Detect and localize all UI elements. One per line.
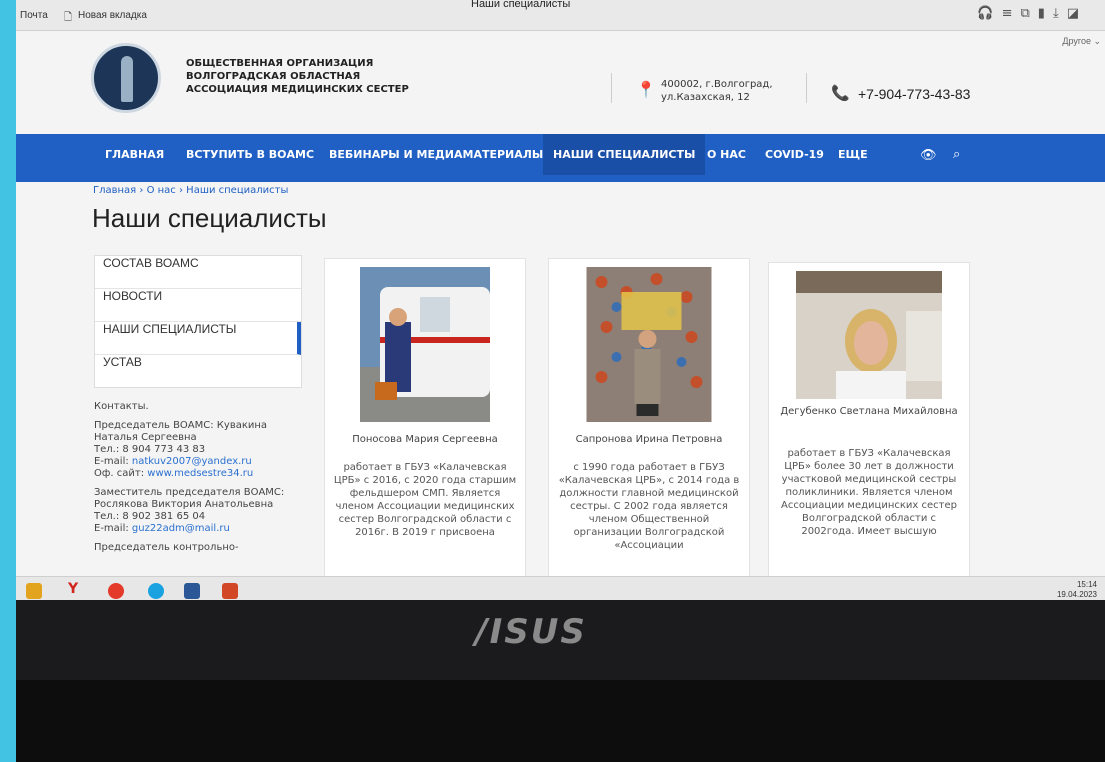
phone-icon: 📞 (831, 84, 850, 102)
profile-icon[interactable]: ◪ (1067, 6, 1087, 21)
main-nav: Главная Вступить в ВОАМС Вебинары и меди… (16, 134, 1105, 182)
chair-email-label: E-mail: (94, 456, 132, 467)
specialist-name[interactable]: Дегубенко Светлана Михайловна (775, 405, 963, 418)
yandex-browser-icon[interactable]: Y (68, 581, 84, 597)
specialist-photo (360, 267, 490, 422)
specialist-description: с 1990 года работает в ГБУЗ «Калачевская… (558, 462, 740, 551)
org-address: 400002, г.Волгоград, ул.Казахская, 12 (661, 79, 773, 103)
org-phone[interactable]: +7-904-773-43-83 (858, 86, 970, 102)
breadcrumb-home[interactable]: Главная (93, 185, 136, 196)
eye-icon[interactable]: 👁 (920, 148, 937, 163)
chair-phone: Тел.: 8 904 773 43 83 (94, 444, 206, 455)
headphones-icon[interactable]: 🎧 (977, 6, 1001, 21)
search-icon[interactable]: ⌕ (953, 147, 960, 162)
deputy-phone: Тел.: 8 902 381 65 04 (94, 511, 206, 522)
other-bookmarks[interactable]: Другое ⌄ (1062, 36, 1101, 47)
specialist-name[interactable]: Поносова Мария Сергеевна (331, 433, 519, 446)
control-chair: Председатель контрольно- (94, 542, 239, 553)
nav-specialists[interactable]: Наши специалисты (543, 134, 706, 175)
extensions-icon[interactable]: ⧉ (1021, 6, 1038, 21)
org-logo[interactable] (91, 43, 161, 113)
specialist-card[interactable]: Дегубенко Светлана Михайловна работает в… (768, 262, 970, 594)
breadcrumb: Главная › О нас › Наши специалисты (93, 185, 288, 196)
specialist-name[interactable]: Сапронова Ирина Петровна (555, 433, 743, 446)
explorer-icon[interactable] (26, 583, 42, 599)
clock-time: 15:14 (1076, 580, 1097, 589)
browser-toolbar: Почта 🗋 Новая вкладка Наши специалисты 🎧… (16, 0, 1105, 31)
specialist-description: работает в ГБУЗ «Калачевская ЦРБ» более … (781, 448, 957, 537)
contacts-block: Контакты. Председатель ВОАМС: Кувакина Н… (94, 401, 294, 554)
nav-covid[interactable]: COVID-19 (765, 148, 824, 161)
downloads-icon[interactable]: ⤓ (1053, 6, 1067, 21)
word-icon[interactable] (184, 583, 200, 599)
breadcrumb-current: Наши специалисты (186, 185, 289, 196)
chair-email-link[interactable]: natkuv2007@yandex.ru (132, 456, 252, 467)
sidebar-item-charter[interactable]: Устав (95, 355, 301, 387)
browser-page-title: Наши специалисты (471, 0, 571, 10)
skype-icon[interactable] (148, 583, 164, 599)
background-strip (0, 0, 16, 762)
bookmark-mail[interactable]: Почта (20, 10, 48, 21)
clock-date: 19.04.2023 (1056, 590, 1097, 599)
monument-icon (121, 56, 133, 102)
sidebar-item-news[interactable]: Новости (95, 289, 301, 322)
specialist-photo (796, 271, 942, 399)
location-pin-icon: 📍 (636, 80, 656, 99)
specialist-card[interactable]: Сапронова Ирина Петровна с 1990 года раб… (548, 258, 750, 590)
deputy-name: Заместитель председателя ВОАМС: Росляков… (94, 487, 285, 510)
deputy-email-link[interactable]: guz22adm@mail.ru (132, 523, 230, 534)
sidebar-menu: Состав ВОАМС Новости Наши специалисты Ус… (94, 255, 302, 388)
sidebar-item-specialists[interactable]: Наши специалисты (95, 322, 301, 355)
laptop-bezel: /ISUS (16, 600, 1105, 762)
chair-name: Председатель ВОАМС: Кувакина Наталья Сер… (94, 420, 268, 443)
reader-icon[interactable]: ≡ (1002, 6, 1021, 21)
nav-home[interactable]: Главная (105, 148, 164, 161)
site-label: Оф. сайт: (94, 468, 148, 479)
breadcrumb-separator: › (139, 185, 147, 196)
breadcrumb-about[interactable]: О нас (147, 185, 176, 196)
yandex-icon[interactable] (108, 583, 124, 599)
org-name: Общественная организация Волгоградская о… (186, 58, 409, 95)
deputy-email-label: E-mail: (94, 523, 132, 534)
specialist-card[interactable]: Поносова Мария Сергеевна работает в ГБУЗ… (324, 258, 526, 590)
header-divider (806, 73, 807, 103)
header-divider (611, 73, 612, 103)
page-title: Наши специалисты (92, 203, 327, 233)
nav-about[interactable]: О нас (707, 148, 746, 161)
system-clock[interactable]: 15:14 19.04.2023 (1057, 580, 1097, 600)
doc-icon: 🗋 (64, 12, 73, 23)
nav-join[interactable]: Вступить в ВОАМС (186, 148, 314, 161)
sidebar-item-staff[interactable]: Состав ВОАМС (95, 256, 301, 289)
browser-screen: Почта 🗋 Новая вкладка Наши специалисты 🎧… (16, 0, 1105, 605)
specialist-photo (586, 267, 712, 422)
browser-toolbar-icons[interactable]: 🎧≡⧉▮⤓◪ (977, 6, 1087, 21)
contacts-heading: Контакты. (94, 401, 149, 412)
laptop-brand-logo: /ISUS (475, 612, 587, 652)
bookmark-icon[interactable]: ▮ (1038, 6, 1053, 21)
bookmark-new-tab[interactable]: Новая вкладка (78, 10, 147, 21)
site-link[interactable]: www.medsestre34.ru (147, 468, 253, 479)
nav-more[interactable]: Еще (838, 148, 868, 161)
powerpoint-icon[interactable] (222, 583, 238, 599)
specialist-description: работает в ГБУЗ «Калачевская ЦРБ» с 2016… (333, 462, 517, 538)
keyboard-area (16, 680, 1105, 762)
nav-webinars[interactable]: Вебинары и медиаматериалы (329, 148, 543, 161)
